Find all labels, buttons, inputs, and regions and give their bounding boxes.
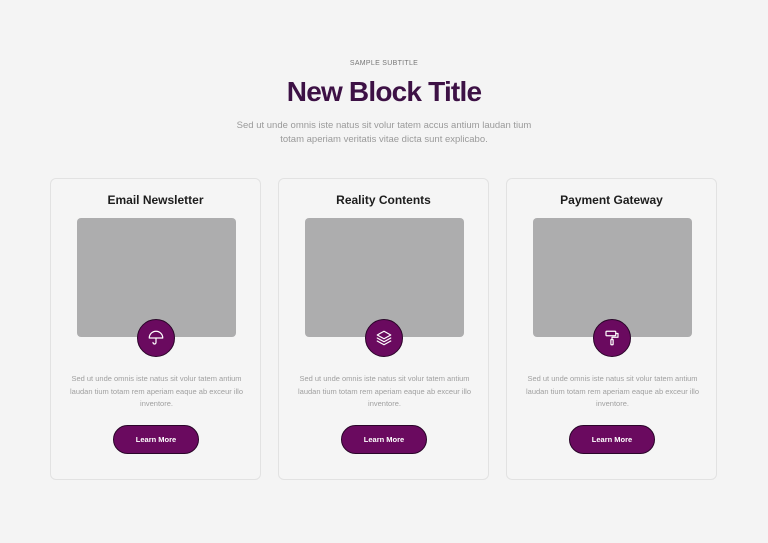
feature-card-reality-contents: Reality Contents Sed ut unde omnis iste … (278, 178, 489, 480)
feature-card-email-newsletter: Email Newsletter Sed ut unde omnis iste … (50, 178, 261, 480)
page-description: Sed ut unde omnis iste natus sit volur t… (236, 120, 532, 145)
card-description: Sed ut unde omnis iste natus sit volur t… (525, 374, 699, 408)
page-title: New Block Title (286, 76, 482, 107)
page-subtitle: SAMPLE SUBTITLE (349, 60, 419, 67)
paint-roller-icon (593, 319, 631, 357)
card-title: Reality Contents (336, 193, 431, 207)
learn-more-button[interactable]: Learn More (341, 425, 427, 454)
feature-card-payment-gateway: Payment Gateway Sed ut unde omnis iste n… (506, 178, 717, 480)
card-description: Sed ut unde omnis iste natus sit volur t… (69, 374, 243, 408)
umbrella-icon (137, 319, 175, 357)
layers-icon (365, 319, 403, 357)
card-title: Payment Gateway (560, 193, 663, 207)
card-title: Email Newsletter (107, 193, 204, 207)
learn-more-button[interactable]: Learn More (113, 425, 199, 454)
learn-more-button[interactable]: Learn More (569, 425, 655, 454)
card-description: Sed ut unde omnis iste natus sit volur t… (297, 374, 471, 408)
